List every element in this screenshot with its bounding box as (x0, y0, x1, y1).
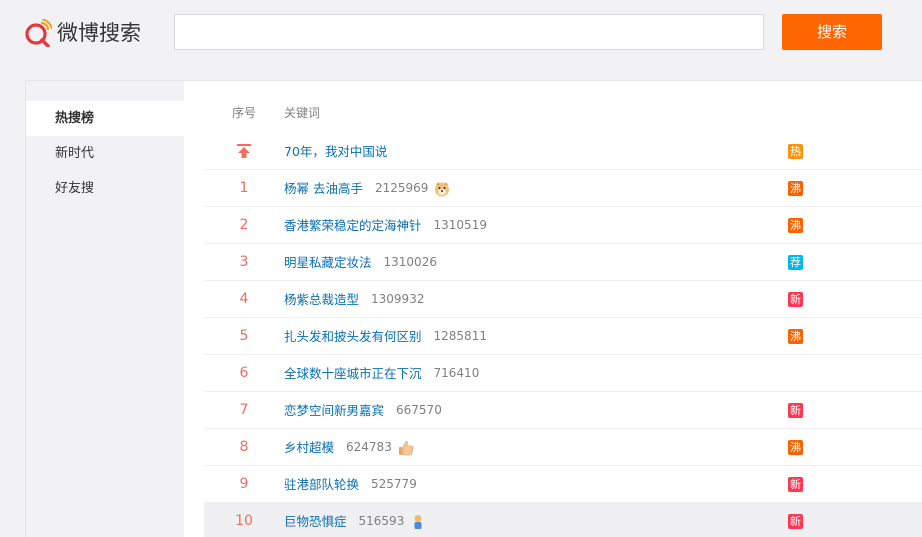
table-row: 10 巨物恐惧症 516593 新 (204, 503, 922, 537)
table-row: 6 全球数十座城市正在下沉 716410 (204, 355, 922, 392)
figure-icon (414, 514, 422, 529)
table-row: 9 驻港部队轮换 525779 新 (204, 466, 922, 503)
hot-search-list: 序号 关键词 70年，我对中国说 热 1 杨幂 去油高手 2125969 沸 2 香港繁荣稳定… (204, 81, 922, 537)
sidebar: 热搜榜 新时代 好友搜 (26, 81, 184, 537)
search-count: 516593 (358, 514, 405, 528)
sidebar-item-hot-search[interactable]: 热搜榜 (26, 101, 184, 136)
hot-tag-badge: 热 (788, 144, 803, 159)
keyword-link[interactable]: 杨紫总裁造型 (284, 281, 359, 318)
sidebar-item-new-era[interactable]: 新时代 (26, 136, 184, 171)
hot-tag-badge: 新 (788, 403, 803, 418)
weibo-search-logo[interactable]: 微博搜索 (24, 17, 141, 49)
keyword-link[interactable]: 巨物恐惧症 (284, 503, 347, 537)
keyword-link[interactable]: 明星私藏定妆法 (284, 244, 372, 281)
hot-tag-badge: 新 (788, 514, 803, 529)
hot-tag-badge: 沸 (788, 329, 803, 344)
search-count: 2125969 (374, 181, 429, 195)
keyword-link[interactable]: 扎头发和披头发有何区别 (284, 318, 422, 355)
row-rank: 6 (239, 365, 249, 381)
row-rank: 2 (239, 217, 249, 233)
search-count: 667570 (396, 403, 442, 417)
row-keyword-cell: 70年，我对中国说 (284, 133, 387, 170)
row-keyword-cell: 乡村超模 624783 (284, 429, 414, 466)
row-rank: 10 (235, 513, 253, 529)
keyword-link[interactable]: 驻港部队轮换 (284, 466, 359, 503)
row-rank: 5 (239, 328, 249, 344)
row-rank: 8 (239, 439, 249, 455)
row-keyword-cell: 驻港部队轮换 525779 (284, 466, 417, 503)
thumbs-up-icon (398, 440, 414, 455)
row-rank: 3 (239, 254, 249, 270)
search-count: 1310026 (383, 255, 437, 269)
row-keyword-cell: 香港繁荣稳定的定海神针 1310519 (284, 207, 487, 244)
table-row: 8 乡村超模 624783 沸 (204, 429, 922, 466)
keyword-link[interactable]: 70年，我对中国说 (284, 133, 387, 170)
search-count: 1310519 (433, 218, 487, 232)
search-input[interactable] (174, 14, 764, 50)
row-rank: 1 (239, 180, 249, 196)
hot-tag-badge: 沸 (788, 218, 803, 233)
keyword-link[interactable]: 杨幂 去油高手 (284, 170, 363, 207)
search-count: 624783 (346, 440, 392, 454)
table-row: 4 杨紫总裁造型 1309932 新 (204, 281, 922, 318)
logo-text: 微博搜索 (57, 21, 141, 45)
row-rank: 9 (239, 476, 249, 492)
column-header-keyword: 关键词 (284, 106, 321, 120)
hot-tag-badge: 沸 (788, 440, 803, 455)
hot-tag-badge: 沸 (788, 181, 803, 196)
search-button[interactable]: 搜索 (782, 14, 882, 50)
hot-tag-badge: 新 (788, 477, 803, 492)
table-rows: 70年，我对中国说 热 1 杨幂 去油高手 2125969 沸 2 香港繁荣稳定的定海神针 13… (204, 133, 922, 537)
row-rank: 7 (239, 402, 249, 418)
table-row: 1 杨幂 去油高手 2125969 沸 (204, 170, 922, 207)
search-count: 716410 (433, 366, 480, 380)
row-keyword-cell: 扎头发和披头发有何区别 1285811 (284, 318, 487, 355)
row-keyword-cell: 杨紫总裁造型 1309932 (284, 281, 424, 318)
row-keyword-cell: 全球数十座城市正在下沉 716410 (284, 355, 479, 392)
table-row: 5 扎头发和披头发有何区别 1285811 沸 (204, 318, 922, 355)
hot-tag-badge: 荐 (788, 255, 803, 270)
keyword-link[interactable]: 香港繁荣稳定的定海神针 (284, 207, 422, 244)
main-panel: 热搜榜 新时代 好友搜 序号 关键词 70年，我对中国说热 1 杨幂 去油高手 212… (25, 80, 922, 537)
keyword-link[interactable]: 全球数十座城市正在下沉 (284, 355, 422, 392)
hot-tag-badge: 新 (788, 292, 803, 307)
table-row: 2 香港繁荣稳定的定海神针 1310519 沸 (204, 207, 922, 244)
search-logo-icon (25, 19, 52, 47)
row-keyword-cell: 恋梦空间新男嘉宾 667570 (284, 392, 442, 429)
table-row: 70年，我对中国说 热 (204, 133, 922, 170)
row-keyword-cell: 明星私藏定妆法 1310026 (284, 244, 437, 281)
pin-top-icon (237, 144, 251, 158)
doge-icon (435, 181, 450, 196)
row-rank: 4 (239, 291, 249, 307)
keyword-link[interactable]: 恋梦空间新男嘉宾 (284, 392, 384, 429)
search-count: 1285811 (433, 329, 487, 343)
search-count: 1309932 (371, 292, 425, 306)
row-keyword-cell: 巨物恐惧症 516593 (284, 503, 426, 537)
search-count: 525779 (371, 477, 417, 491)
row-keyword-cell: 杨幂 去油高手 2125969 (284, 170, 450, 207)
sidebar-item-friend-search[interactable]: 好友搜 (26, 171, 184, 206)
table-row: 3 明星私藏定妆法 1310026 荐 (204, 244, 922, 281)
keyword-link[interactable]: 乡村超模 (284, 429, 334, 466)
column-header-number: 序号 (232, 106, 257, 120)
table-row: 7 恋梦空间新男嘉宾 667570 新 (204, 392, 922, 429)
